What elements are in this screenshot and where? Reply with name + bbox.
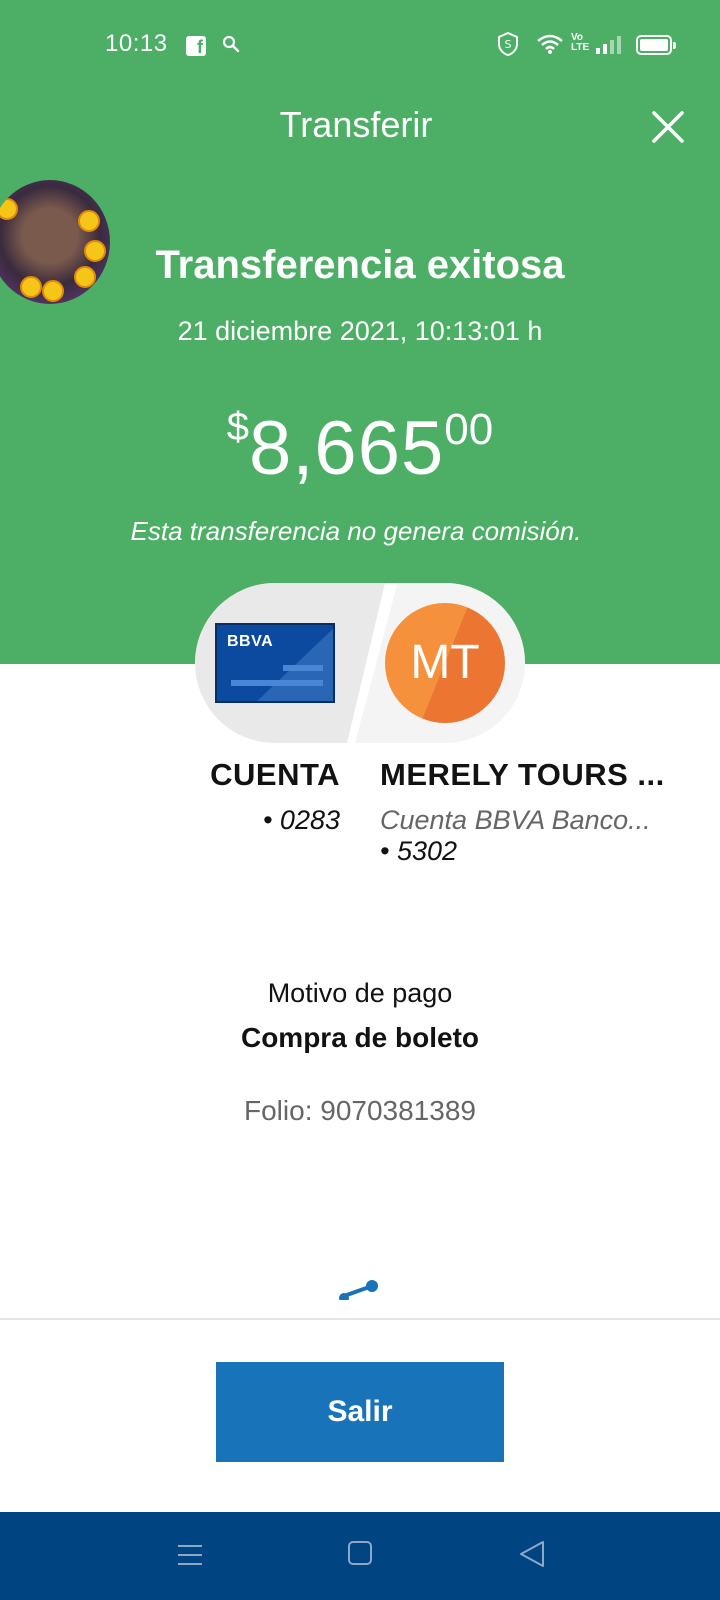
origin-account-number: • 0283: [262, 805, 340, 835]
exit-button[interactable]: Salir: [216, 1362, 504, 1462]
destination-initials-avatar: MT: [385, 603, 505, 723]
amount-integer: 8,665: [249, 406, 445, 491]
fee-note: Esta transferencia no genera comisión.: [130, 516, 582, 546]
transfer-parties: BBVA MT: [195, 583, 525, 743]
destination-account: MERELY TOURS ... Cuenta BBVA Banco... • …: [380, 757, 680, 867]
status-bar: 10:13 f S Vo LTE: [0, 0, 720, 90]
svg-text:S: S: [505, 38, 512, 51]
close-icon[interactable]: [650, 109, 686, 145]
card-logo: BBVA: [227, 633, 274, 650]
payment-reason-value: Compra de boleto: [240, 1022, 479, 1053]
wifi-icon: [537, 34, 563, 54]
battery-icon: [636, 35, 676, 55]
shield-icon: S: [498, 32, 518, 56]
system-navigation-bar: [0, 1512, 720, 1600]
amount-currency: $: [226, 405, 250, 449]
transfer-date: 21 diciembre 2021, 10:13:01 h: [177, 316, 543, 346]
amount-decimals: 00: [444, 405, 494, 454]
home-icon[interactable]: [347, 1540, 373, 1566]
facebook-icon: f: [186, 36, 206, 57]
payment-reason-label: Motivo de pago: [267, 978, 453, 1008]
origin-account-name: CUENTA: [210, 757, 340, 792]
search-icon: [222, 35, 240, 53]
status-time: 10:13: [105, 30, 168, 57]
bbva-card-icon: BBVA: [215, 623, 335, 703]
share-icon[interactable]: [338, 1280, 380, 1300]
destination-account-name: MERELY TOURS ...: [380, 757, 665, 792]
page-title: Transferir: [279, 104, 433, 145]
origin-account: CUENTA • 0283: [200, 757, 340, 836]
success-title: Transferencia exitosa: [155, 243, 565, 287]
destination-account-number: • 5302: [380, 836, 458, 866]
folio-number: Folio: 9070381389: [244, 1095, 476, 1126]
transfer-amount: $8,66500: [0, 405, 720, 492]
back-icon[interactable]: [519, 1540, 545, 1568]
volte-icon: Vo LTE: [571, 32, 590, 53]
menu-icon[interactable]: [177, 1542, 203, 1568]
destination-account-bank: Cuenta BBVA Banco...: [380, 805, 651, 835]
signal-icon: [596, 36, 621, 54]
